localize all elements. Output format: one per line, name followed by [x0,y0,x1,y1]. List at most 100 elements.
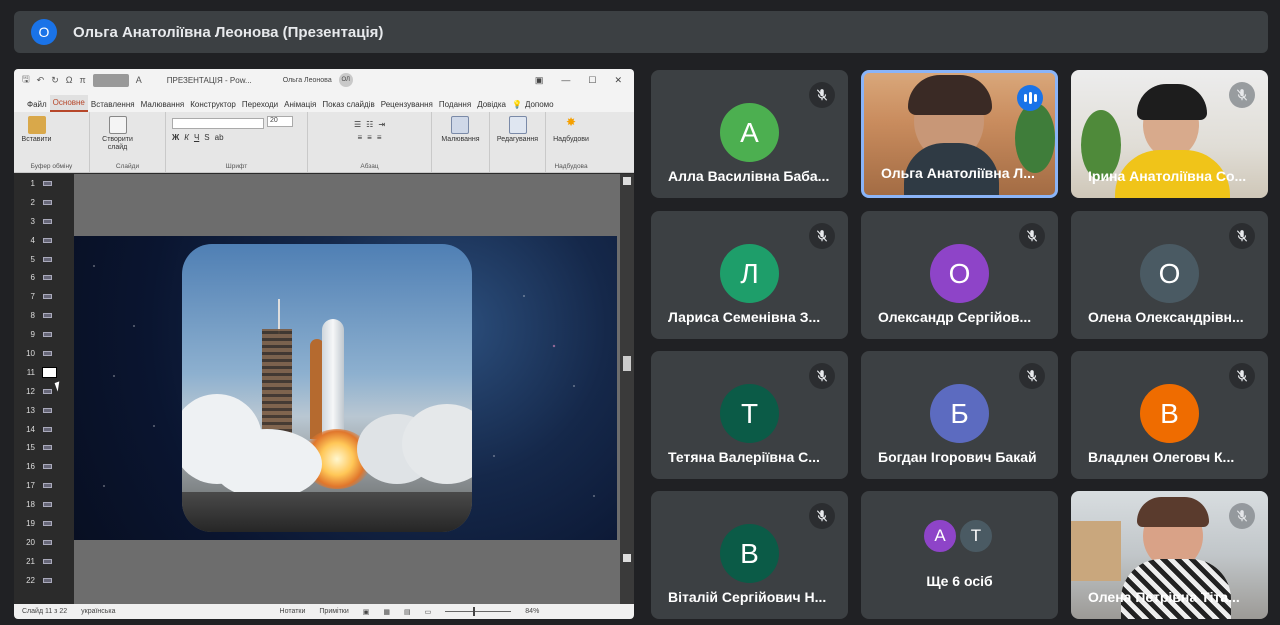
drawing-group: Малювання [432,112,490,172]
more-participants-tile[interactable]: А Т Ще 6 осіб [861,491,1058,619]
participant-name: Ірина Анатоліївна Со... [1088,168,1247,184]
tab-slideshow[interactable]: Показ слайдів [319,97,377,112]
drawing-button[interactable]: Малювання [441,116,480,144]
rocket-launch-image[interactable] [182,244,472,532]
participant-tile[interactable]: Л Лариса Семенівна З... [651,211,848,339]
participant-tile[interactable]: Б Богдан Ігорович Бакай [861,351,1058,479]
tab-transitions[interactable]: Переходи [239,97,281,112]
reading-view-icon[interactable]: ▤ [404,608,411,616]
current-slide[interactable] [74,236,617,540]
paste-button[interactable]: Вставити [22,116,51,144]
zoom-slider[interactable] [445,607,512,616]
font-color-icon[interactable]: A [136,75,142,85]
align-left-icon[interactable]: ≡ [357,133,362,142]
align-center-icon[interactable]: ≡ [367,133,372,142]
slide-number: 20 [26,537,35,547]
participant-tile[interactable]: В Віталій Сергійович Н... [651,491,848,619]
participant-tile[interactable]: Ольга Анатоліївна Л... [861,70,1058,198]
addins-button[interactable]: ✸ Надбудови [553,115,589,144]
bold-icon[interactable]: Ж [172,133,179,142]
slide-thumbnail[interactable]: 6 [14,268,74,287]
slide-thumbnail[interactable]: 15 [14,438,74,457]
participant-tile[interactable]: А Алла Василівна Баба... [651,70,848,198]
slide-thumbnail[interactable]: 19 [14,514,74,533]
equation-icon[interactable]: π [80,75,86,85]
scroll-down-arrow[interactable] [623,554,631,562]
tab-insert[interactable]: Вставлення [88,97,138,112]
tab-tellme[interactable]: 💡 Допомо [509,97,560,112]
avatar: Б [930,384,989,443]
normal-view-icon[interactable]: ▣ [363,608,370,616]
scroll-up-arrow[interactable] [623,177,631,185]
slide-thumbnail[interactable]: 17 [14,476,74,495]
symbol-icon[interactable]: Ω [66,75,73,85]
slide-thumbnail[interactable]: 5 [14,250,74,269]
italic-icon[interactable]: К [184,133,189,142]
slide-thumbnail[interactable]: 20 [14,533,74,552]
slide-thumbnail[interactable]: 8 [14,306,74,325]
slide-thumbnail[interactable]: 11 [14,363,74,382]
slide-thumbnail[interactable]: 12 [14,382,74,401]
numbering-icon[interactable]: ☷ [366,120,373,129]
notes-button[interactable]: Нотатки [280,608,306,615]
vertical-scrollbar[interactable] [620,174,634,604]
slide-thumbnail[interactable]: 22 [14,571,74,590]
participant-tile[interactable]: Т Тетяна Валеріївна С... [651,351,848,479]
participant-tile[interactable]: Олена Петрівна Тіта... [1071,491,1268,619]
slide-thumbnail[interactable]: 3 [14,212,74,231]
tab-draw[interactable]: Малювання [138,97,188,112]
slide-thumbnail[interactable]: 2 [14,193,74,212]
tab-home[interactable]: Основне [49,95,88,112]
editing-button[interactable]: Редагування [497,116,538,144]
tab-help[interactable]: Довідка [474,97,509,112]
sorter-view-icon[interactable]: ▦ [383,608,390,616]
avatar: Т [720,384,779,443]
close-icon[interactable]: ✕ [614,75,622,86]
participant-tile[interactable]: В Владлен Олеговч К... [1071,351,1268,479]
font-size-field[interactable]: 20 [267,116,293,127]
tab-file[interactable]: Файл [24,97,50,112]
launch-pad-ground [182,492,472,532]
slideshow-view-icon[interactable]: ▭ [425,608,432,616]
participant-tile[interactable]: О Олена Олександрівн... [1071,211,1268,339]
save-icon[interactable]: 🖫 [22,72,30,88]
zoom-level[interactable]: 84% [525,608,539,615]
new-slide-button[interactable]: Створити слайд [98,116,138,151]
slide-thumbnail[interactable]: 14 [14,420,74,439]
slide-thumbnail[interactable]: 13 [14,401,74,420]
underline-icon[interactable]: Ч [194,133,199,142]
spacing-icon[interactable]: ab [215,133,224,142]
participant-tile[interactable]: О Олександр Сергійов... [861,211,1058,339]
slide-preview [43,558,52,564]
indent-icon[interactable]: ⇥ [378,120,385,129]
slide-thumbnail[interactable]: 1 [14,174,74,193]
language-indicator[interactable]: українська [81,608,115,615]
tab-view[interactable]: Подання [436,97,474,112]
mic-muted-icon [1229,503,1255,529]
slide-thumbnail[interactable]: 16 [14,457,74,476]
minimize-icon[interactable]: — [561,75,570,86]
search-box[interactable] [92,73,129,87]
slide-number: 21 [26,556,35,566]
strike-icon[interactable]: S [204,133,209,142]
tab-review[interactable]: Рецензування [378,97,436,112]
slide-thumbnail[interactable]: 7 [14,287,74,306]
align-right-icon[interactable]: ≡ [377,133,382,142]
bullets-icon[interactable]: ☰ [354,120,361,129]
slide-thumbnail[interactable]: 4 [14,231,74,250]
font-name-field[interactable] [172,118,264,129]
ribbon-options-icon[interactable]: ▣ [535,75,544,86]
slide-thumbnail[interactable]: 21 [14,552,74,571]
tab-animations[interactable]: Анімація [281,97,319,112]
slide-thumbnail[interactable]: 10 [14,344,74,363]
maximize-icon[interactable]: ☐ [588,75,596,86]
slide-thumbnail[interactable]: 9 [14,325,74,344]
participant-tile[interactable]: Ірина Анатоліївна Со... [1071,70,1268,198]
redo-icon[interactable]: ↻ [51,75,59,86]
scroll-thumb[interactable] [623,356,631,371]
tab-design[interactable]: Конструктор [187,97,239,112]
slide-thumbnail[interactable]: 18 [14,495,74,514]
user-avatar[interactable]: ОЛ [338,73,353,87]
undo-icon[interactable]: ↶ [37,75,45,86]
comments-button[interactable]: Примітки [319,608,348,615]
